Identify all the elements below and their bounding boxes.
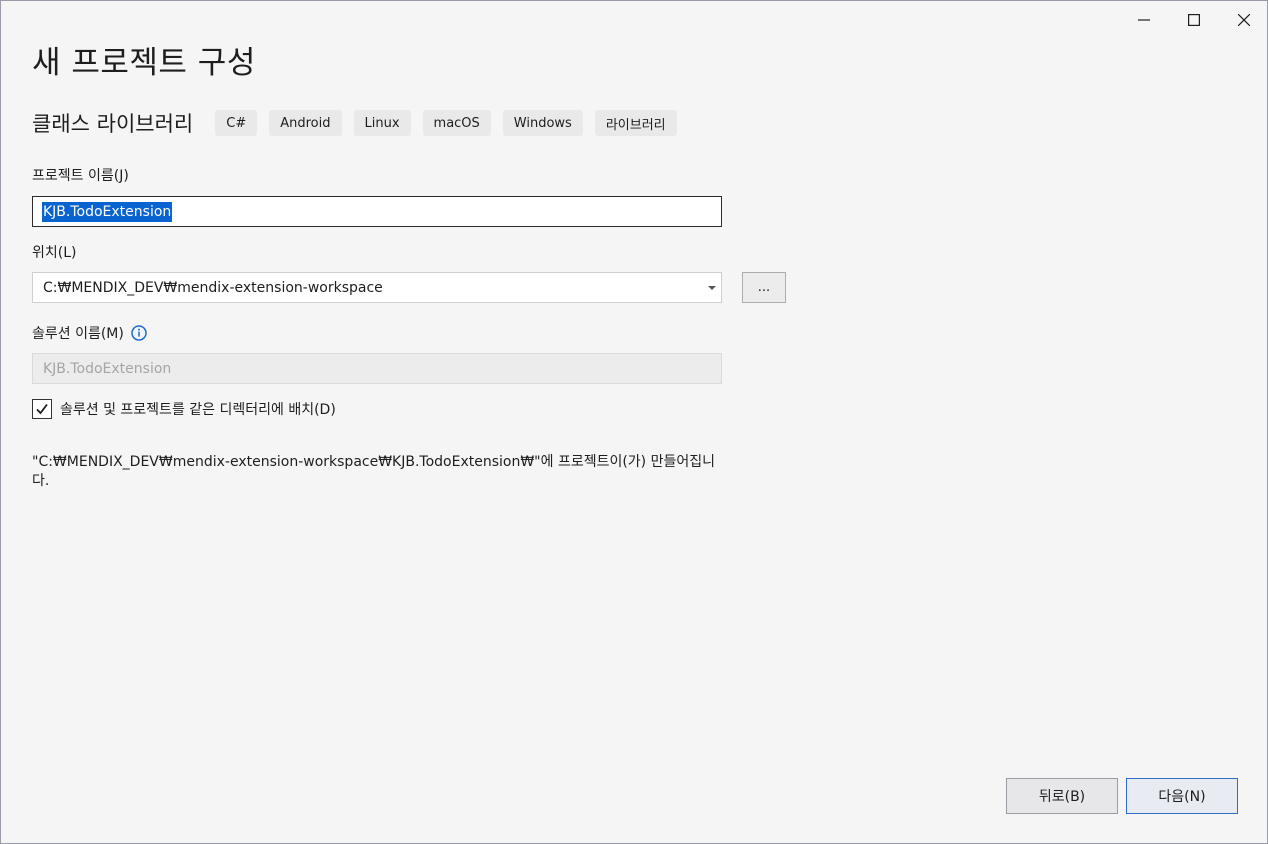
template-info: 클래스 라이브러리 C# Android Linux macOS Windows…	[32, 109, 689, 137]
maximize-button[interactable]	[1169, 1, 1219, 39]
project-name-value: KJB.TodoExtension	[42, 201, 173, 222]
chevron-down-icon[interactable]	[708, 285, 716, 291]
tag-csharp: C#	[215, 110, 258, 136]
same-directory-checkbox[interactable]	[32, 399, 52, 419]
same-directory-label: 솔루션 및 프로젝트를 같은 디렉터리에 배치(D)	[60, 402, 336, 418]
solution-name-label-row: 솔루션 이름(M)	[32, 323, 147, 343]
close-button[interactable]	[1219, 1, 1268, 39]
next-button[interactable]: 다음(N)	[1126, 778, 1238, 814]
creation-path-message: "C:₩MENDIX_DEV₩mendix-extension-workspac…	[32, 454, 715, 489]
dialog-window: 새 프로젝트 구성 클래스 라이브러리 C# Android Linux mac…	[0, 0, 1268, 844]
location-combobox[interactable]: C:₩MENDIX_DEV₩mendix-extension-workspace	[32, 272, 722, 303]
location-value: C:₩MENDIX_DEV₩mendix-extension-workspace	[43, 279, 383, 296]
back-button[interactable]: 뒤로(B)	[1006, 778, 1118, 814]
tag-library: 라이브러리	[594, 110, 677, 136]
info-icon[interactable]	[131, 325, 147, 341]
project-name-input[interactable]: KJB.TodoExtension	[32, 196, 722, 227]
solution-name-input: KJB.TodoExtension	[32, 353, 722, 384]
tag-android: Android	[269, 110, 342, 136]
tag-windows: Windows	[502, 110, 583, 136]
location-label: 위치(L)	[32, 245, 77, 261]
page-title: 새 프로젝트 구성	[32, 45, 256, 81]
maximize-icon	[1188, 14, 1200, 26]
checkmark-icon	[36, 403, 48, 415]
template-name: 클래스 라이브러리	[32, 112, 194, 136]
solution-name-placeholder: KJB.TodoExtension	[43, 360, 172, 377]
browse-button[interactable]: ...	[742, 272, 786, 303]
close-icon	[1238, 14, 1250, 26]
tag-linux: Linux	[353, 110, 411, 136]
solution-name-label: 솔루션 이름(M)	[32, 326, 124, 342]
tag-macos: macOS	[422, 110, 491, 136]
project-name-label: 프로젝트 이름(J)	[32, 168, 129, 184]
minimize-icon	[1138, 19, 1150, 21]
same-directory-option[interactable]: 솔루션 및 프로젝트를 같은 디렉터리에 배치(D)	[32, 398, 336, 420]
minimize-button[interactable]	[1119, 1, 1169, 39]
